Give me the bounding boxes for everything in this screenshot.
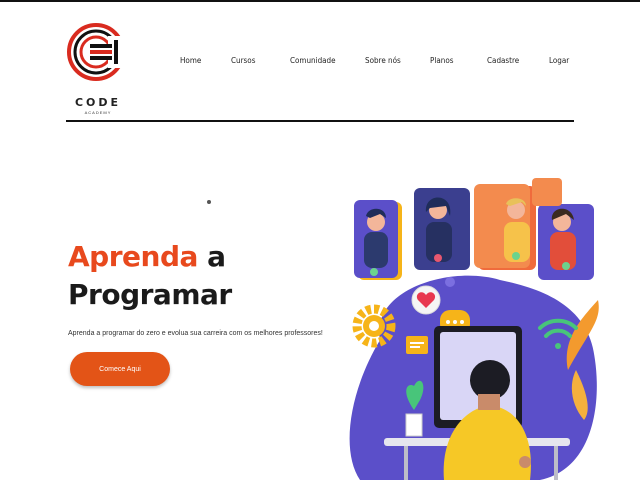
hero-illustration [349, 178, 599, 480]
nav-link-cadastre[interactable]: Cadastre [487, 56, 519, 65]
nav-link-comunidade[interactable]: Comunidade [290, 56, 336, 65]
decorative-dot [207, 200, 211, 204]
hero-title: Aprenda a Programar [68, 238, 232, 314]
logo-tagline: ACADEMY [84, 110, 112, 115]
hero-subtitle: Aprenda a programar do zero e evolua sua… [68, 330, 323, 337]
main-nav: Home Cursos Comunidade Sobre nós Planos … [0, 56, 640, 72]
nav-link-sobre[interactable]: Sobre nós [365, 56, 401, 65]
header-divider [66, 120, 574, 122]
video-call-icon [354, 178, 594, 280]
nav-link-planos[interactable]: Planos [430, 56, 453, 65]
logo-wordmark: CODE [74, 96, 122, 109]
heart-icon [411, 285, 441, 315]
nav-link-home[interactable]: Home [180, 56, 201, 65]
nav-link-logar[interactable]: Logar [549, 56, 569, 65]
hero-title-line2: Programar [68, 278, 232, 311]
hero-title-accent: Aprenda [68, 240, 198, 273]
top-border [0, 0, 640, 2]
hero-title-word: a [207, 240, 226, 273]
start-here-button[interactable]: Comece Aqui [70, 352, 170, 386]
nav-link-cursos[interactable]: Cursos [231, 56, 255, 65]
